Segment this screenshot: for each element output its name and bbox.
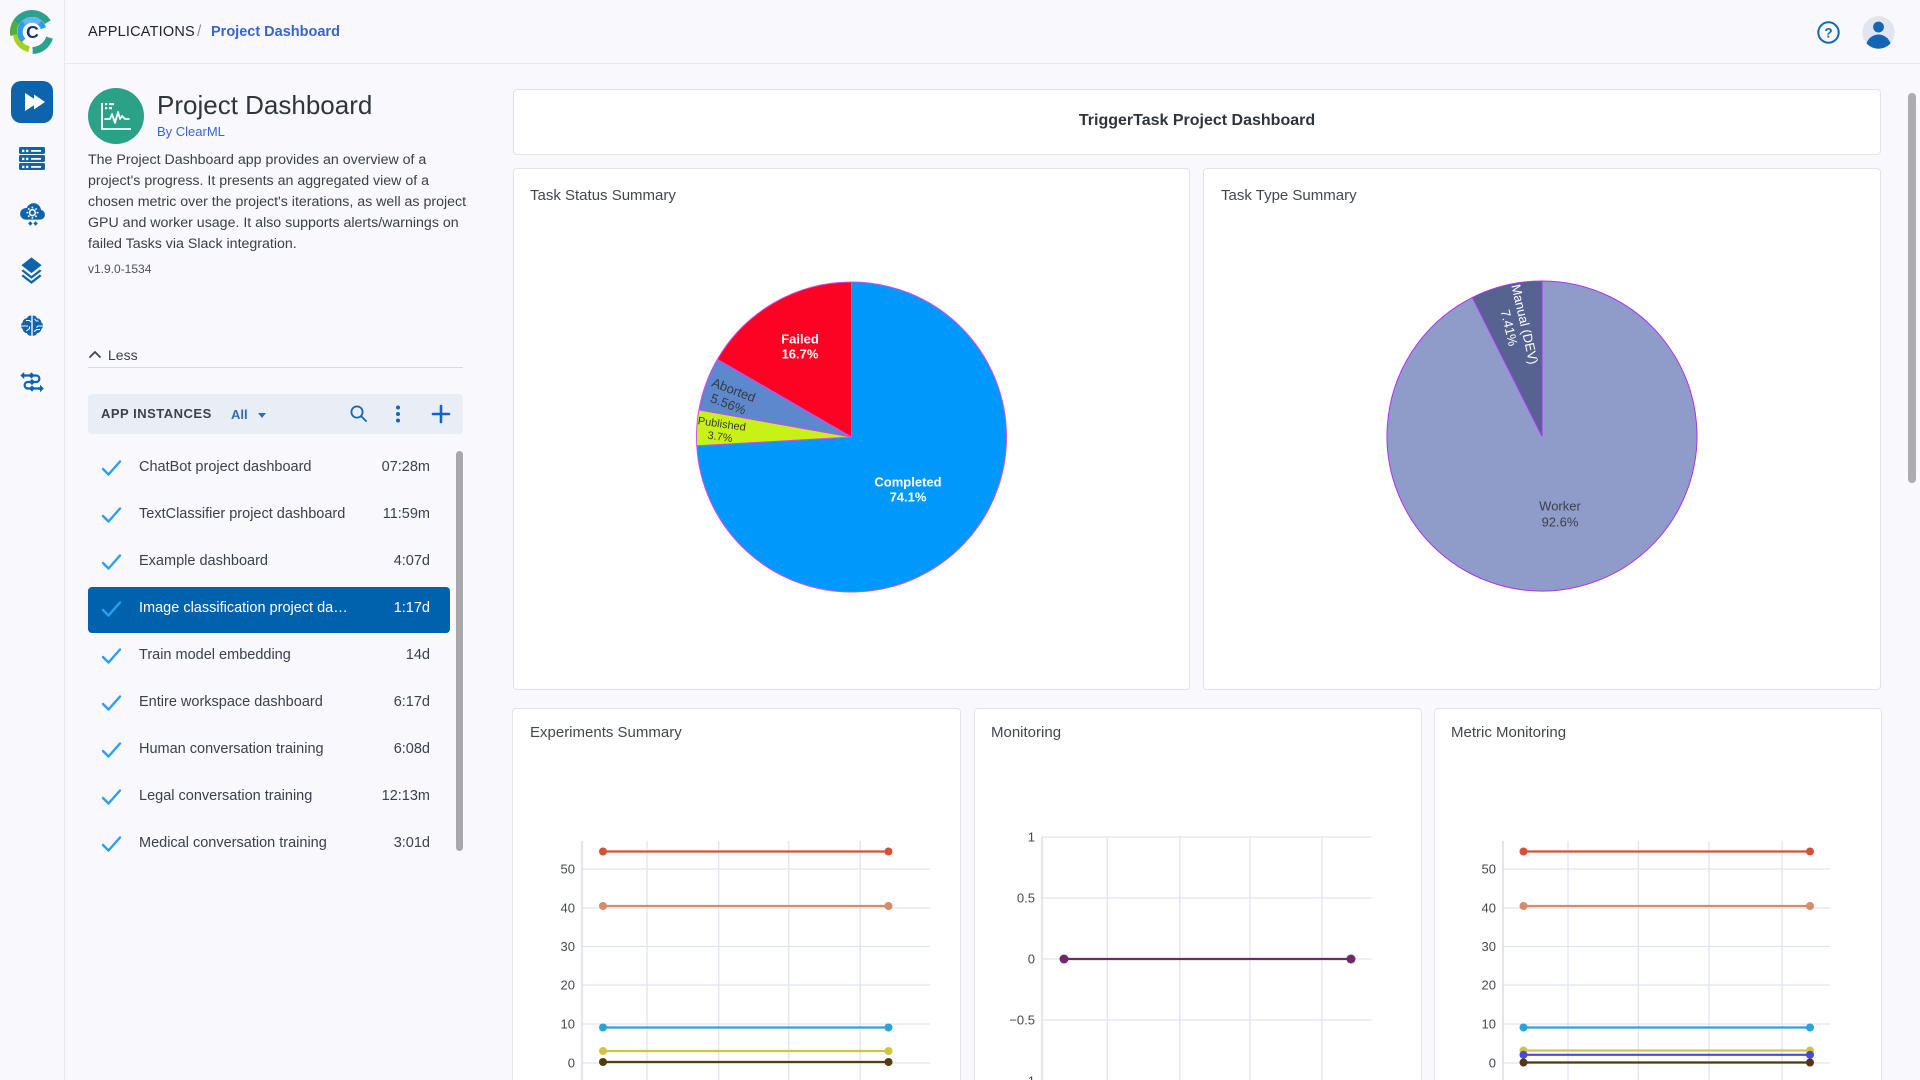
svg-text:C: C [26, 22, 39, 42]
svg-text:?: ? [1824, 25, 1832, 40]
